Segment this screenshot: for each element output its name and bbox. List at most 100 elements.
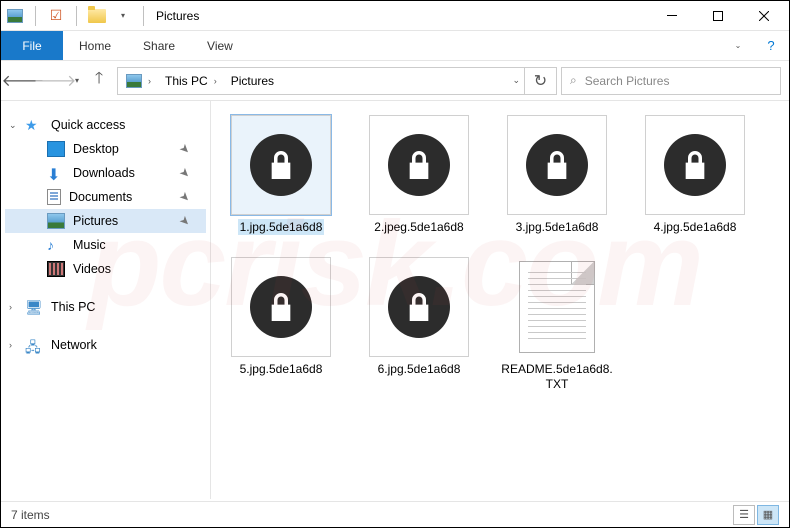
- sidebar-item-this-pc[interactable]: › 🖥 This PC: [5, 295, 206, 319]
- body: ⌄ ★ Quick access Desktop ➤ ⬇Downloads ➤ …: [1, 101, 789, 499]
- ribbon-expand-icon[interactable]: ⌄: [723, 31, 753, 60]
- lock-icon: [388, 276, 450, 338]
- sidebar-item-label: Music: [73, 238, 106, 252]
- file-name: README.5de1a6d8.TXT: [497, 361, 617, 392]
- qat-separator: [76, 6, 77, 26]
- lock-icon: [526, 134, 588, 196]
- ribbon: File Home Share View ⌄ ?: [1, 31, 789, 61]
- file-name: 6.jpg.5de1a6d8: [376, 361, 463, 377]
- up-button[interactable]: 🡑: [85, 67, 113, 95]
- sidebar-item-videos[interactable]: Videos: [5, 257, 206, 281]
- star-icon: ★: [25, 117, 43, 133]
- file-list[interactable]: 1.jpg.5de1a6d8 2.jpeg.5de1a6d8 3.jpg.5de1a…: [211, 101, 789, 499]
- tree-group-quick-access: ⌄ ★ Quick access Desktop ➤ ⬇Downloads ➤ …: [5, 113, 206, 281]
- pin-icon: ➤: [176, 188, 193, 205]
- minimize-button[interactable]: [649, 1, 695, 31]
- chevron-right-icon: ›: [146, 76, 153, 86]
- sidebar-item-label: Videos: [73, 262, 111, 276]
- file-item[interactable]: 2.jpeg.5de1a6d8: [359, 115, 479, 235]
- sidebar-item-documents[interactable]: Documents ➤: [5, 185, 206, 209]
- sidebar-item-label: Desktop: [73, 142, 119, 156]
- pin-icon: ➤: [176, 140, 193, 157]
- file-thumbnail: [231, 257, 331, 357]
- window-controls: [649, 1, 787, 31]
- video-icon: [47, 261, 65, 277]
- search-placeholder: Search Pictures: [585, 74, 670, 88]
- breadcrumb[interactable]: › This PC› Pictures ⌄: [117, 67, 525, 95]
- text-file-icon: [519, 261, 595, 353]
- qat-separator: [143, 6, 144, 26]
- pictures-icon: [47, 213, 65, 229]
- titlebar-left: ☑ ▾ Pictures: [3, 4, 649, 28]
- view-details-button[interactable]: ☰: [733, 505, 755, 525]
- qat-properties-icon[interactable]: ☑: [44, 4, 68, 28]
- file-thumbnail: [645, 115, 745, 215]
- help-icon[interactable]: ?: [753, 31, 789, 60]
- breadcrumb-dropdown-icon[interactable]: ⌄: [512, 75, 520, 86]
- network-icon: 🖧: [25, 337, 43, 353]
- sidebar-item-label: Network: [51, 338, 206, 352]
- file-item[interactable]: 4.jpg.5de1a6d8: [635, 115, 755, 235]
- breadcrumb-this-pc[interactable]: This PC›: [159, 74, 225, 88]
- breadcrumb-pictures[interactable]: Pictures: [225, 74, 280, 88]
- file-thumbnail: [369, 257, 469, 357]
- sidebar-item-label: This PC: [51, 300, 206, 314]
- tab-share[interactable]: Share: [127, 31, 191, 60]
- sidebar-item-label: Documents: [69, 190, 132, 204]
- navigation-pane: ⌄ ★ Quick access Desktop ➤ ⬇Downloads ➤ …: [1, 101, 211, 499]
- pin-icon: ➤: [176, 164, 193, 181]
- window-title: Pictures: [152, 9, 199, 23]
- tab-home[interactable]: Home: [63, 31, 127, 60]
- sidebar-item-label: Pictures: [73, 214, 118, 228]
- file-item[interactable]: 3.jpg.5de1a6d8: [497, 115, 617, 235]
- download-icon: ⬇: [47, 165, 65, 181]
- music-icon: ♪: [47, 237, 65, 253]
- breadcrumb-root[interactable]: ›: [120, 74, 159, 88]
- view-thumbnails-button[interactable]: ▦: [757, 505, 779, 525]
- qat-separator: [35, 6, 36, 26]
- sidebar-item-music[interactable]: ♪ Music: [5, 233, 206, 257]
- sidebar-item-desktop[interactable]: Desktop ➤: [5, 137, 206, 161]
- search-input[interactable]: ⌕ Search Pictures: [561, 67, 781, 95]
- file-thumbnail: [231, 115, 331, 215]
- document-icon: [47, 189, 61, 205]
- tab-view[interactable]: View: [191, 31, 249, 60]
- file-thumbnail: [507, 257, 607, 357]
- pc-icon: 🖥: [25, 299, 43, 315]
- status-item-count: 7 items: [11, 508, 50, 522]
- lock-icon: [250, 134, 312, 196]
- maximize-button[interactable]: [695, 1, 741, 31]
- file-thumbnail: [369, 115, 469, 215]
- lock-icon: [250, 276, 312, 338]
- status-bar: 7 items ☰ ▦: [1, 501, 789, 527]
- sidebar-item-network[interactable]: › 🖧 Network: [5, 333, 206, 357]
- chevron-right-icon[interactable]: ›: [9, 340, 12, 350]
- sidebar-item-downloads[interactable]: ⬇Downloads ➤: [5, 161, 206, 185]
- tree-group-this-pc: › 🖥 This PC: [5, 295, 206, 319]
- lock-icon: [388, 134, 450, 196]
- file-item[interactable]: 5.jpg.5de1a6d8: [221, 257, 341, 392]
- file-tab[interactable]: File: [1, 31, 63, 60]
- lock-icon: [664, 134, 726, 196]
- forward-button[interactable]: 🡒: [41, 67, 69, 95]
- close-button[interactable]: [741, 1, 787, 31]
- chevron-right-icon[interactable]: ›: [9, 302, 12, 312]
- refresh-button[interactable]: ↻: [525, 67, 557, 95]
- file-item[interactable]: 6.jpg.5de1a6d8: [359, 257, 479, 392]
- sidebar-item-quick-access[interactable]: ⌄ ★ Quick access: [5, 113, 206, 137]
- file-name: 3.jpg.5de1a6d8: [514, 219, 601, 235]
- sidebar-item-pictures[interactable]: Pictures ➤: [5, 209, 206, 233]
- file-item[interactable]: README.5de1a6d8.TXT: [497, 257, 617, 392]
- recent-locations-icon[interactable]: ▾: [73, 76, 81, 85]
- file-name: 2.jpeg.5de1a6d8: [372, 219, 465, 235]
- file-thumbnail: [507, 115, 607, 215]
- app-icon: [3, 4, 27, 28]
- breadcrumb-label: This PC: [165, 74, 208, 88]
- file-item[interactable]: 1.jpg.5de1a6d8: [221, 115, 341, 235]
- address-bar: 🡐 🡒 ▾ 🡑 › This PC› Pictures ⌄ ↻ ⌕ Search…: [1, 61, 789, 101]
- qat-dropdown-icon[interactable]: ▾: [111, 4, 135, 28]
- chevron-down-icon[interactable]: ⌄: [9, 120, 17, 131]
- file-name: 4.jpg.5de1a6d8: [652, 219, 739, 235]
- search-icon: ⌕: [570, 73, 577, 88]
- qat-newfolder-icon[interactable]: [85, 4, 109, 28]
